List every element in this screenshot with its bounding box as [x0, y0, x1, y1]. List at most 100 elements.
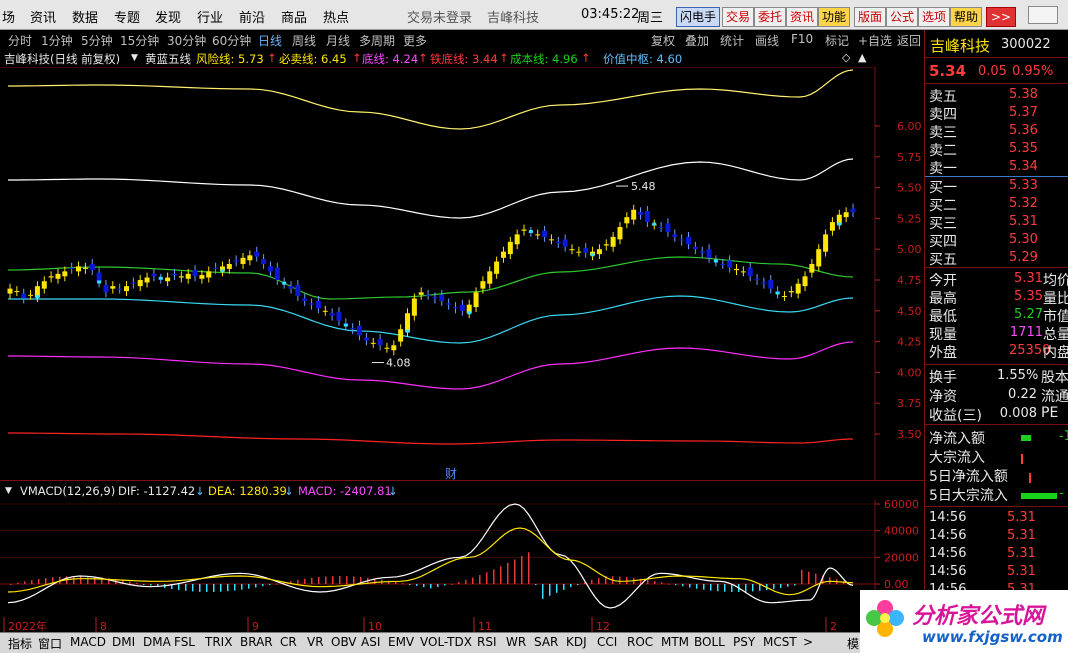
- indicator-tab-mtm[interactable]: MTM: [661, 635, 689, 649]
- period-monthly[interactable]: 月线: [326, 32, 350, 49]
- indicator-settings-icon[interactable]: ▼: [131, 53, 138, 63]
- indicator-tab-fsl[interactable]: FSL: [174, 635, 195, 649]
- order-button[interactable]: 委托: [754, 7, 787, 27]
- candle-body: [487, 271, 493, 284]
- macd-histogram-bar: [458, 581, 460, 584]
- indicator-name[interactable]: 黄蓝五线: [145, 51, 191, 67]
- period-15min[interactable]: 15分钟: [120, 32, 159, 49]
- candle-body: [89, 263, 95, 271]
- formula-button[interactable]: 公式: [886, 7, 919, 27]
- indicator-tab-emv[interactable]: EMV: [388, 635, 414, 649]
- draw-line-button[interactable]: 画线: [755, 32, 779, 49]
- statistics-button[interactable]: 统计: [720, 32, 744, 49]
- candle-body: [665, 223, 671, 232]
- period-daily[interactable]: 日线: [258, 32, 282, 49]
- options-button[interactable]: 选项: [918, 7, 951, 27]
- indicator-tab-[interactable]: 指标: [8, 635, 32, 652]
- candle-body: [603, 244, 609, 246]
- indicator-tab-dmi[interactable]: DMI: [112, 635, 135, 649]
- macd-histogram-bar: [780, 584, 782, 588]
- candle-body: [494, 261, 500, 274]
- dea-arrow-icon: ↓: [284, 484, 294, 498]
- macd-histogram-bar: [304, 578, 306, 584]
- chart-title: 吉峰科技(日线 前复权): [4, 52, 121, 66]
- indicator-info-bar: 吉峰科技(日线 前复权) ▼ 黄蓝五线 风险线: 5.73 ↑ 必卖线: 6.4…: [0, 48, 924, 67]
- period-1min[interactable]: 1分钟: [41, 32, 73, 49]
- period-multi[interactable]: 多周期: [359, 32, 395, 49]
- window-control-button[interactable]: [1028, 6, 1058, 24]
- indicator-tab-[interactable]: >: [803, 635, 813, 649]
- layout-button[interactable]: 版面: [854, 7, 887, 27]
- period-timeshare[interactable]: 分时: [8, 32, 32, 49]
- menu-item-partial[interactable]: 场: [2, 7, 15, 26]
- kline-chart[interactable]: 6.00 5.75 5.50 5.25 5.00 4.75 4.50 4.25 4.00 3.75…: [0, 67, 924, 480]
- candle-body: [500, 251, 506, 258]
- diamond-icon[interactable]: ◇: [842, 51, 850, 64]
- indicator-tab-psy[interactable]: PSY: [733, 635, 755, 649]
- menu-item-frontier[interactable]: 前沿: [239, 7, 265, 26]
- macd-name[interactable]: VMACD(12,26,9): [20, 484, 115, 498]
- candle-body: [542, 230, 548, 237]
- indicator-tab-boll[interactable]: BOLL: [694, 635, 725, 649]
- period-weekly[interactable]: 周线: [292, 32, 316, 49]
- indicator-tab-obv[interactable]: OBV: [331, 635, 357, 649]
- indicator-tab-[interactable]: 窗口: [38, 635, 62, 652]
- restore-rights-button[interactable]: 复权: [651, 32, 675, 49]
- back-button[interactable]: 返回: [897, 32, 921, 49]
- macd-settings-icon[interactable]: ▼: [5, 486, 12, 496]
- indicator-tab-dma[interactable]: DMA: [143, 635, 171, 649]
- candle-body: [117, 288, 123, 290]
- macd-histogram-bar: [150, 584, 152, 586]
- overlay-button[interactable]: 叠加: [685, 32, 709, 49]
- trade-button[interactable]: 交易: [722, 7, 755, 27]
- bottom-arrow-icon: ↑: [418, 51, 428, 65]
- help-button[interactable]: 帮助: [950, 7, 983, 27]
- login-status[interactable]: 交易未登录: [407, 7, 472, 26]
- menu-item-data[interactable]: 数据: [72, 7, 98, 26]
- mark-button[interactable]: 标记: [825, 32, 849, 49]
- add-watchlist-button[interactable]: +自选: [858, 32, 892, 49]
- menu-item-hot[interactable]: 热点: [323, 7, 349, 26]
- indicator-tab-cci[interactable]: CCI: [597, 635, 617, 649]
- period-60min[interactable]: 60分钟: [212, 32, 251, 49]
- indicator-tab-rsi[interactable]: RSI: [477, 635, 497, 649]
- indicator-tab-wr[interactable]: WR: [506, 635, 526, 649]
- macd-histogram-bar: [528, 552, 530, 584]
- indicator-tab-asi[interactable]: ASI: [361, 635, 380, 649]
- indicator-tab-voltdx[interactable]: VOL-TDX: [420, 635, 472, 649]
- candle-body: [548, 239, 554, 241]
- stat-extra-label: 总量: [1043, 327, 1068, 343]
- macd-axis-label: 20000: [884, 551, 919, 564]
- vmacd-chart[interactable]: 6000040000200000.002022年 8 9 10 11 12 2: [0, 499, 924, 632]
- indicator-tab-brar[interactable]: BRAR: [240, 635, 273, 649]
- more-button[interactable]: >>: [986, 7, 1016, 27]
- indicator-tab-sar[interactable]: SAR: [534, 635, 558, 649]
- menu-item-news[interactable]: 资讯: [30, 7, 56, 26]
- indicator-tab-macd[interactable]: MACD: [70, 635, 106, 649]
- menu-item-commodity[interactable]: 商品: [281, 7, 307, 26]
- flash-trade-button[interactable]: 闪电手: [676, 7, 721, 27]
- f10-button[interactable]: F10: [791, 32, 813, 46]
- news-button[interactable]: 资讯: [786, 7, 819, 27]
- stock-name: 吉峰科技: [930, 37, 991, 55]
- indicator-tab-kdj[interactable]: KDJ: [566, 635, 587, 649]
- indicator-tab-cr[interactable]: CR: [280, 635, 297, 649]
- expand-icon[interactable]: ▲: [858, 51, 866, 64]
- indicator-tab-bar: 指标 窗口 MACD DMI DMA FSL TRIX BRAR CR VR OBV ASI EMV VO…: [0, 632, 860, 653]
- period-more[interactable]: 更多: [403, 32, 427, 49]
- menu-item-discover[interactable]: 发现: [155, 7, 181, 26]
- indicator-tab-mcst[interactable]: MCST: [763, 635, 797, 649]
- macd-histogram-bar: [346, 576, 348, 584]
- function-button[interactable]: 功能: [818, 7, 851, 27]
- flow-value: -: [1059, 486, 1064, 501]
- stat2-extra-label: 股本: [1041, 370, 1068, 386]
- menu-item-topics[interactable]: 专题: [114, 7, 140, 26]
- indicator-tab-trix[interactable]: TRIX: [205, 635, 232, 649]
- indicator-tab-roc[interactable]: ROC: [627, 635, 653, 649]
- menu-item-industry[interactable]: 行业: [197, 7, 223, 26]
- indicator-tab-vr[interactable]: VR: [307, 635, 324, 649]
- period-5min[interactable]: 5分钟: [81, 32, 113, 49]
- indicator-tab-[interactable]: 模: [847, 635, 859, 652]
- candle-body: [41, 281, 47, 289]
- period-30min[interactable]: 30分钟: [167, 32, 206, 49]
